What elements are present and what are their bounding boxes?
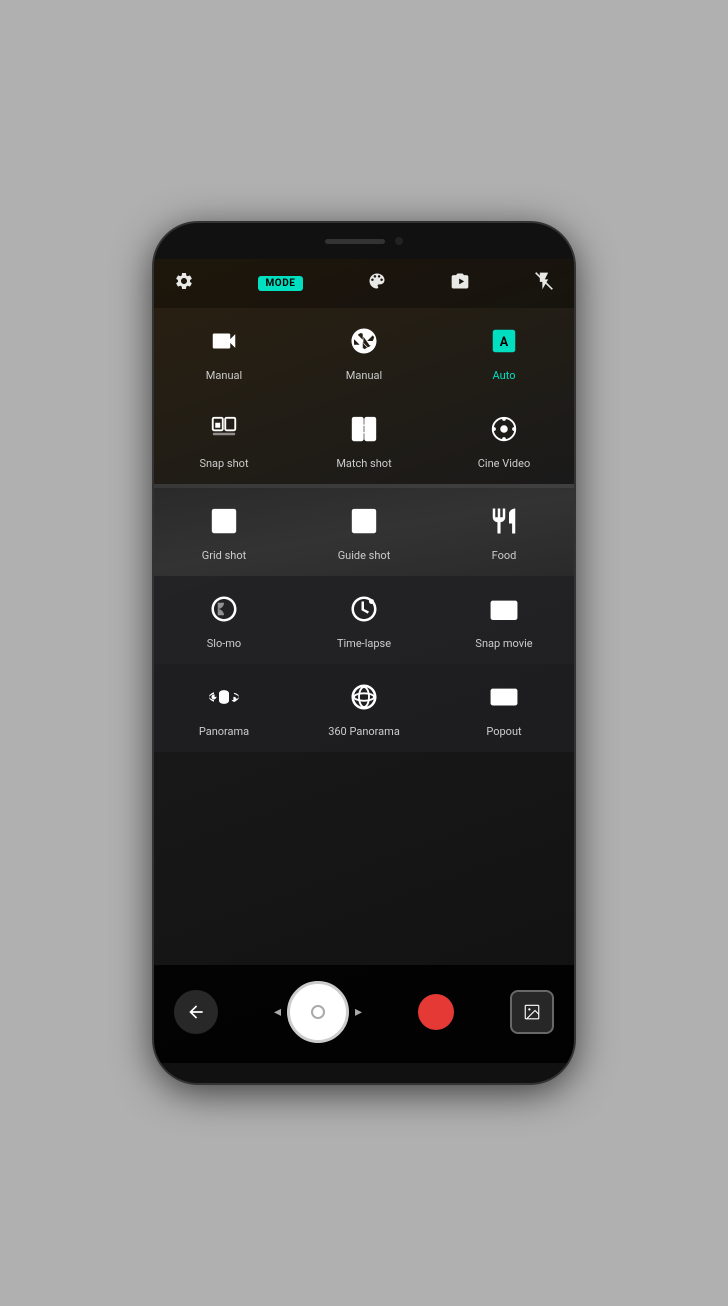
mode-manual-photo-label: Manual	[346, 369, 382, 382]
mode-360-panorama[interactable]: 360 Panorama	[294, 664, 434, 752]
mode-popout[interactable]: Popout	[434, 664, 574, 752]
mode-match-shot[interactable]: Match shot	[294, 396, 434, 484]
mode-snap-movie[interactable]: Snap movie	[434, 576, 574, 664]
mode-manual-video[interactable]: Manual	[154, 308, 294, 396]
flip-camera-icon[interactable]	[450, 271, 470, 296]
mode-popout-label: Popout	[486, 725, 521, 738]
auto-icon: A	[489, 326, 519, 361]
video-icon	[209, 326, 239, 361]
mode-cine-video[interactable]: Cine Video	[434, 396, 574, 484]
snap-icon	[209, 414, 239, 449]
modes-row-5: Panorama 360 Panorama	[154, 664, 574, 752]
gallery-button[interactable]	[510, 990, 554, 1034]
mode-snap-shot[interactable]: Snap shot	[154, 396, 294, 484]
phone-front-camera	[395, 237, 403, 245]
mode-time-lapse-label: Time-lapse	[337, 637, 391, 650]
mode-slo-mo-label: Slo-mo	[207, 637, 241, 650]
top-toolbar: MODE	[154, 259, 574, 308]
bottom-controls: ◂ ▸	[154, 965, 574, 1063]
nav-right-icon: ▸	[355, 1004, 362, 1020]
flash-icon[interactable]	[534, 271, 554, 296]
mode-food-label: Food	[492, 549, 517, 562]
grid-icon	[209, 506, 239, 541]
mode-guide-shot-label: Guide shot	[338, 549, 391, 562]
mode-panorama[interactable]: Panorama	[154, 664, 294, 752]
settings-icon[interactable]	[174, 271, 194, 296]
phone-bottom-bar	[154, 1063, 574, 1083]
svg-text:A: A	[500, 335, 509, 350]
guide-icon	[349, 506, 379, 541]
mode-360-panorama-label: 360 Panorama	[328, 725, 400, 738]
mode-manual-video-label: Manual	[206, 369, 242, 382]
modes-row-1: Manual Manual A	[154, 308, 574, 396]
mode-badge[interactable]: MODE	[258, 276, 304, 291]
mode-snap-movie-label: Snap movie	[475, 637, 532, 650]
mode-cine-video-label: Cine Video	[478, 457, 530, 470]
mode-auto[interactable]: A Auto	[434, 308, 574, 396]
snapmovie-icon	[489, 594, 519, 629]
mode-manual-photo[interactable]: Manual	[294, 308, 434, 396]
mode-auto-label: Auto	[493, 369, 516, 382]
phone-device: MODE	[154, 223, 574, 1083]
mode-snap-shot-label: Snap shot	[199, 457, 248, 470]
mode-grid-shot-label: Grid shot	[202, 549, 246, 562]
nav-left-icon: ◂	[274, 1004, 281, 1020]
food-icon	[489, 506, 519, 541]
aperture-icon	[349, 326, 379, 361]
phone-top-bar	[154, 223, 574, 259]
panorama360-icon	[349, 682, 379, 717]
phone-screen: MODE	[154, 259, 574, 1063]
effects-icon[interactable]	[367, 271, 387, 296]
timelapse-icon	[349, 594, 379, 629]
record-button[interactable]	[418, 994, 454, 1030]
popout-icon	[489, 682, 519, 717]
mode-guide-shot[interactable]: Guide shot	[294, 488, 434, 576]
modes-container: Manual Manual A	[154, 308, 574, 965]
modes-row-4: Slo-mo Time-lapse	[154, 576, 574, 664]
mode-slo-mo[interactable]: Slo-mo	[154, 576, 294, 664]
modes-row-3: Grid shot Guide shot	[154, 488, 574, 576]
shutter-button[interactable]	[287, 981, 349, 1043]
back-button[interactable]	[174, 990, 218, 1034]
slomo-icon	[209, 594, 239, 629]
phone-speaker	[325, 239, 385, 244]
mode-match-shot-label: Match shot	[336, 457, 391, 470]
cine-icon	[489, 414, 519, 449]
mode-panorama-label: Panorama	[199, 725, 249, 738]
mode-time-lapse[interactable]: Time-lapse	[294, 576, 434, 664]
mode-food[interactable]: Food	[434, 488, 574, 576]
modes-row-2: Snap shot Match shot	[154, 396, 574, 484]
match-icon	[349, 414, 379, 449]
shutter-area: ◂ ▸	[274, 981, 362, 1043]
panorama-icon	[209, 682, 239, 717]
mode-grid-shot[interactable]: Grid shot	[154, 488, 294, 576]
